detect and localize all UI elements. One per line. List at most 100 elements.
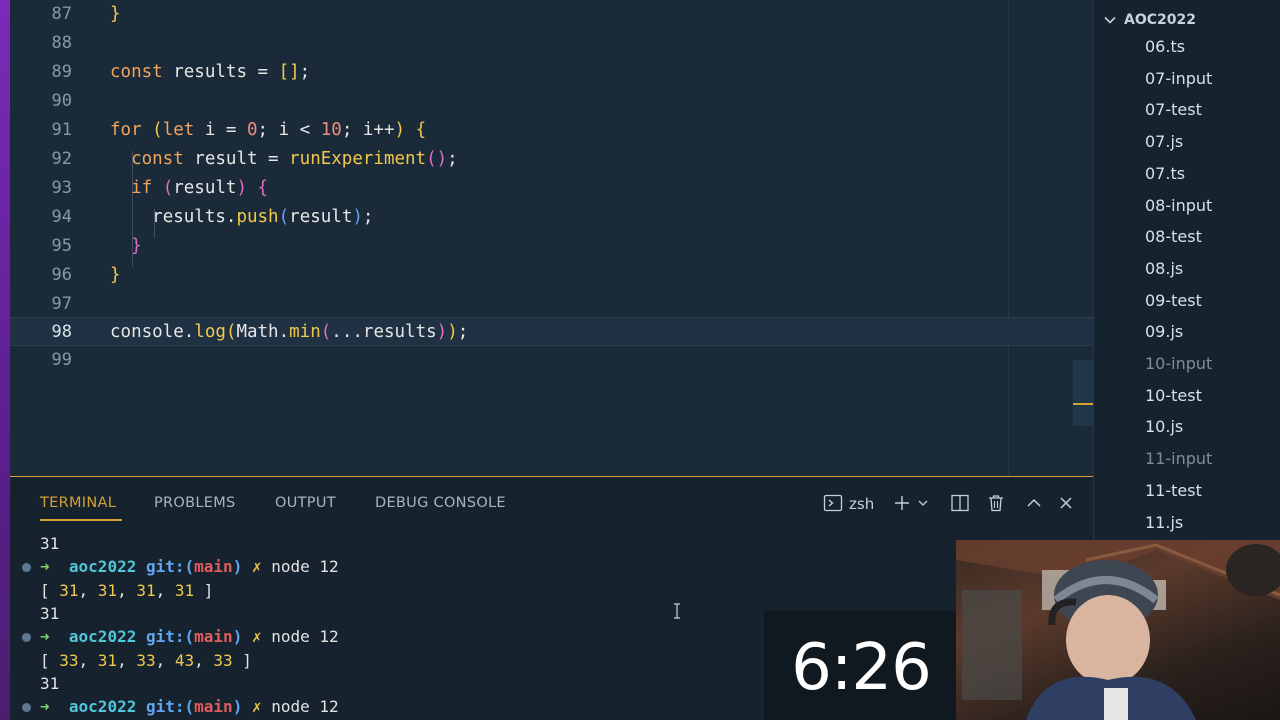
paren-token: ( [278,207,290,227]
chevron-down-icon [1104,16,1116,24]
code-token: results. [152,207,237,227]
line-number: 96 [51,265,72,285]
code-line-98-current[interactable]: 98 console.log(Math.min(...results)); [10,317,1093,346]
number-token: 10 [320,120,342,140]
keyword-token: let [162,120,195,140]
prompt-paren: ( [184,697,195,716]
folder-name: AOC2022 [1124,12,1196,28]
paren-token: ) [436,322,448,342]
prompt-arrow-icon: ➜ [40,627,50,646]
paren-token: ) [394,120,406,140]
timer-overlay: 6:26 [764,611,958,720]
array-bracket: [ [40,651,60,670]
line-number: 91 [51,120,72,140]
code-token: result [289,207,353,227]
line-number: 98 [51,322,72,342]
timer-display: 6:26 [791,631,932,705]
keyword-token: const [110,62,163,82]
line-number: 90 [51,91,72,111]
file-item[interactable]: 06.ts [1145,37,1185,56]
tab-debug-console[interactable]: DEBUG CONSOLE [375,495,506,511]
prompt-directory: aoc2022 [68,627,137,646]
file-item[interactable]: 11-input [1145,449,1212,468]
function-token: log [194,322,226,342]
file-item[interactable]: 10-test [1145,386,1202,405]
minimap-highlight [1073,403,1093,405]
paren-token: ( [320,322,332,342]
paren-token: ) [236,178,247,198]
dirty-mark-icon: ✗ [251,697,262,716]
paren-token: ( [141,120,163,140]
code-line-95: 95 } [10,232,1093,261]
code-token: ...results [331,322,437,342]
terminal-output: 31 [40,604,60,623]
file-item[interactable]: 09-test [1145,291,1202,310]
code-line-94: 94 results.push(result); [10,203,1093,232]
code-token: i = [194,120,247,140]
prompt-dot-icon [22,563,31,572]
file-item[interactable]: 07.js [1145,132,1183,151]
split-terminal-icon[interactable] [949,492,971,514]
terminal-prompt: ➜ aoc2022 git:(main) ✗ node 12 [22,557,339,579]
code-token: ; [299,62,311,82]
file-item[interactable]: 08-test [1145,227,1202,246]
prompt-branch: main [194,627,233,646]
bracket-token: [] [278,62,300,82]
terminal-shell-icon[interactable] [822,492,844,514]
array-bracket: ] [232,651,252,670]
prompt-paren: ( [184,627,195,646]
keyword-token: const [131,149,184,169]
line-number: 92 [51,149,72,169]
prompt-dot-icon [22,633,31,642]
array-value: 33 [59,651,79,670]
file-item[interactable]: 07-input [1145,69,1212,88]
file-item[interactable]: 11-test [1145,481,1202,500]
brace-token: } [131,236,142,256]
trash-icon[interactable] [985,492,1007,514]
array-bracket: [ [40,581,60,600]
array-value: 33 [136,651,156,670]
terminal-prompt[interactable]: ➜ aoc2022 git:(main) ✗ node 12 [22,697,339,719]
chevron-down-icon[interactable] [916,492,930,514]
code-editor[interactable]: 87 } 88 89 const results = []; 90 91 for… [10,0,1093,476]
file-item[interactable]: 09.js [1145,322,1183,341]
code-token: result = [183,149,290,169]
dirty-mark-icon: ✗ [251,627,262,646]
activity-accent-strip [0,0,10,720]
array-value: 31 [174,581,195,600]
brace-token: { [405,120,427,140]
array-value: 31 [97,651,118,670]
code-line-99: 99 [10,346,1093,375]
explorer-folder-header[interactable]: AOC2022 [1102,10,1196,30]
line-number: 94 [51,207,72,227]
file-item[interactable]: 10-input [1145,354,1212,373]
terminal-output: 31 [40,534,60,553]
code-token: ; [362,207,374,227]
file-item[interactable]: 08.js [1145,259,1183,278]
file-item[interactable]: 08-input [1145,196,1212,215]
function-token: min [289,322,321,342]
file-item[interactable]: 07-test [1145,100,1202,119]
code-line-87: 87 } [10,0,1093,29]
tab-output[interactable]: OUTPUT [275,495,336,511]
prompt-paren: ) [232,557,243,576]
file-explorer: AOC2022 06.ts 07-input 07-test 07.js 07.ts 08… [1093,0,1280,540]
chevron-up-icon[interactable] [1023,492,1045,514]
shell-name[interactable]: zsh [849,495,874,513]
close-icon[interactable] [1055,492,1077,514]
file-item[interactable]: 10.js [1145,417,1183,436]
file-item[interactable]: 07.ts [1145,164,1185,183]
keyword-token: for [110,120,142,140]
prompt-paren: ) [232,627,243,646]
array-value: 31 [136,581,156,600]
code-token: ; i < [257,120,321,140]
tab-problems[interactable]: PROBLEMS [154,495,236,511]
plus-icon[interactable] [891,492,913,514]
function-token: push [236,207,279,227]
terminal-command: node 12 [271,627,339,646]
tab-terminal[interactable]: TERMINAL [40,495,116,511]
code-token: ; [447,149,458,169]
code-line-90: 90 [10,87,1093,116]
line-number: 99 [51,350,72,370]
file-item[interactable]: 11.js [1145,513,1183,532]
